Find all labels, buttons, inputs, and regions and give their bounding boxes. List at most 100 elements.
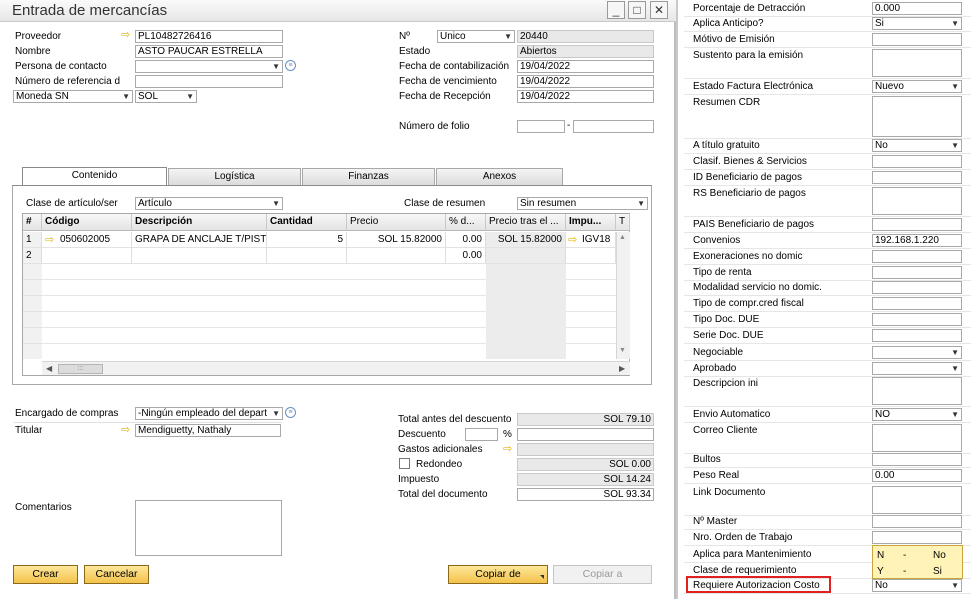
udf-select[interactable] xyxy=(872,362,962,375)
fecha-vencimiento-field[interactable]: 19/04/2022 xyxy=(517,75,654,88)
moneda-select[interactable]: SOL xyxy=(135,90,197,103)
title-bar[interactable]: Entrada de mercancías _ □ ✕ xyxy=(0,0,676,22)
scroll-thumb[interactable]: ::: xyxy=(58,364,103,374)
link-arrow-icon[interactable]: ⇨ xyxy=(121,30,133,41)
folio-number-field[interactable] xyxy=(573,120,654,133)
link-arrow-icon[interactable]: ⇨ xyxy=(503,444,515,455)
clase-resumen-select[interactable]: Sin resumen xyxy=(517,197,648,210)
codigo-cell[interactable] xyxy=(42,248,132,264)
udf-field[interactable] xyxy=(872,424,962,452)
descuento-amount-field[interactable] xyxy=(517,428,654,441)
list-icon[interactable]: ≡ xyxy=(285,60,296,71)
requiere-autorizacion-dropdown-list[interactable]: N - No Y - Si xyxy=(872,545,963,579)
option-text[interactable]: No xyxy=(933,550,946,561)
fecha-recepcion-field[interactable]: 19/04/2022 xyxy=(517,90,654,103)
referencia-field[interactable] xyxy=(135,75,283,88)
column-header[interactable]: Impu... xyxy=(566,214,616,231)
descripcion-cell[interactable]: GRAPA DE ANCLAJE T/PIST xyxy=(132,232,267,248)
cancelar-button[interactable]: Cancelar xyxy=(84,565,149,584)
column-header[interactable]: Precio tras el ... xyxy=(486,214,566,231)
redondeo-checkbox[interactable] xyxy=(399,458,410,469)
scroll-down-icon[interactable]: ▼ xyxy=(619,347,626,354)
crear-button[interactable]: Crear xyxy=(13,565,78,584)
udf-select[interactable]: No xyxy=(872,139,962,152)
udf-field[interactable] xyxy=(872,377,962,405)
udf-select[interactable]: No xyxy=(872,579,962,592)
column-header[interactable]: Descripción xyxy=(132,214,267,231)
udf-field[interactable] xyxy=(872,486,962,514)
vertical-scrollbar[interactable]: ▲ ▼ xyxy=(616,232,630,359)
option-code[interactable]: N xyxy=(877,550,884,561)
fecha-contabilizacion-field[interactable]: 19/04/2022 xyxy=(517,60,654,73)
descuento-pct-field[interactable] xyxy=(465,428,498,441)
scroll-up-icon[interactable]: ▲ xyxy=(619,234,626,241)
tab-anexos[interactable]: Anexos xyxy=(436,168,563,185)
proveedor-field[interactable]: PL10482726416 xyxy=(135,30,283,43)
scroll-right-icon[interactable]: ▶ xyxy=(619,364,625,373)
serie-select[interactable]: Unico xyxy=(437,30,515,43)
udf-select[interactable] xyxy=(872,346,962,359)
udf-field[interactable] xyxy=(872,187,962,215)
option-code[interactable]: Y xyxy=(877,566,884,577)
udf-select[interactable]: Nuevo xyxy=(872,80,962,93)
list-icon[interactable]: ≡ xyxy=(285,407,296,418)
udf-field[interactable]: 192.168.1.220 xyxy=(872,234,962,247)
link-arrow-icon[interactable]: ⇨ xyxy=(121,425,133,436)
link-arrow-icon[interactable]: ⇨ xyxy=(45,235,57,246)
descuento-cell[interactable]: 0.00 xyxy=(446,232,486,248)
tab-contenido[interactable]: Contenido xyxy=(22,167,167,185)
cantidad-cell[interactable] xyxy=(267,248,347,264)
udf-field[interactable] xyxy=(872,313,962,326)
udf-field[interactable] xyxy=(872,281,962,294)
udf-field[interactable] xyxy=(872,531,962,544)
minimize-button[interactable]: _ xyxy=(607,1,625,19)
encargado-select[interactable]: -Ningún empleado del depart xyxy=(135,407,283,420)
column-header[interactable]: Código xyxy=(42,214,132,231)
udf-field[interactable] xyxy=(872,218,962,231)
titular-field[interactable]: Mendiguetty, Nathaly xyxy=(135,424,281,437)
udf-field[interactable]: 0.00 xyxy=(872,469,962,482)
table-row[interactable]: 2 0.00 xyxy=(23,248,616,264)
column-header[interactable]: Cantidad xyxy=(267,214,347,231)
moneda-sn-select[interactable]: Moneda SN xyxy=(13,90,133,103)
descuento-cell[interactable]: 0.00 xyxy=(446,248,486,264)
column-header[interactable]: % d... xyxy=(446,214,486,231)
tab-logistica[interactable]: Logística xyxy=(168,168,301,185)
udf-field[interactable]: 0.000 xyxy=(872,2,962,15)
cantidad-cell[interactable]: 5 xyxy=(267,232,347,248)
column-header[interactable]: T xyxy=(616,214,630,231)
column-header[interactable]: Precio xyxy=(347,214,446,231)
link-arrow-icon[interactable]: ⇨ xyxy=(568,235,580,246)
comentarios-textarea[interactable] xyxy=(135,500,282,556)
column-header[interactable]: # xyxy=(23,214,42,231)
udf-field[interactable] xyxy=(872,453,962,466)
impuesto-cell[interactable] xyxy=(566,248,616,264)
maximize-button[interactable]: □ xyxy=(628,1,646,19)
close-button[interactable]: ✕ xyxy=(650,1,668,19)
udf-select[interactable]: NO xyxy=(872,408,962,421)
tab-finanzas[interactable]: Finanzas xyxy=(302,168,435,185)
table-row[interactable]: 1 050602005 ⇨ GRAPA DE ANCLAJE T/PIST 5 … xyxy=(23,232,616,248)
precio-cell[interactable] xyxy=(347,248,446,264)
folio-prefix-field[interactable] xyxy=(517,120,565,133)
udf-field[interactable] xyxy=(872,155,962,168)
scroll-left-icon[interactable]: ◀ xyxy=(46,364,52,373)
clase-articulo-select[interactable]: Artículo xyxy=(135,197,283,210)
horizontal-scrollbar[interactable]: ◀ ::: ▶ xyxy=(42,361,630,375)
udf-field[interactable] xyxy=(872,96,962,137)
descripcion-cell[interactable] xyxy=(132,248,267,264)
udf-field[interactable] xyxy=(872,49,962,77)
copiar-de-button[interactable]: Copiar de xyxy=(448,565,548,584)
udf-field[interactable] xyxy=(872,329,962,342)
udf-field[interactable] xyxy=(872,33,962,46)
udf-select[interactable]: Si xyxy=(872,17,962,30)
nombre-field[interactable]: ASTO PAUCAR ESTRELLA xyxy=(135,45,283,58)
udf-field[interactable] xyxy=(872,297,962,310)
udf-field[interactable] xyxy=(872,515,962,528)
contacto-select[interactable] xyxy=(135,60,283,73)
option-text[interactable]: Si xyxy=(933,566,942,577)
udf-field[interactable] xyxy=(872,250,962,263)
udf-field[interactable] xyxy=(872,171,962,184)
precio-cell[interactable]: SOL 15.82000 xyxy=(347,232,446,248)
udf-field[interactable] xyxy=(872,266,962,279)
